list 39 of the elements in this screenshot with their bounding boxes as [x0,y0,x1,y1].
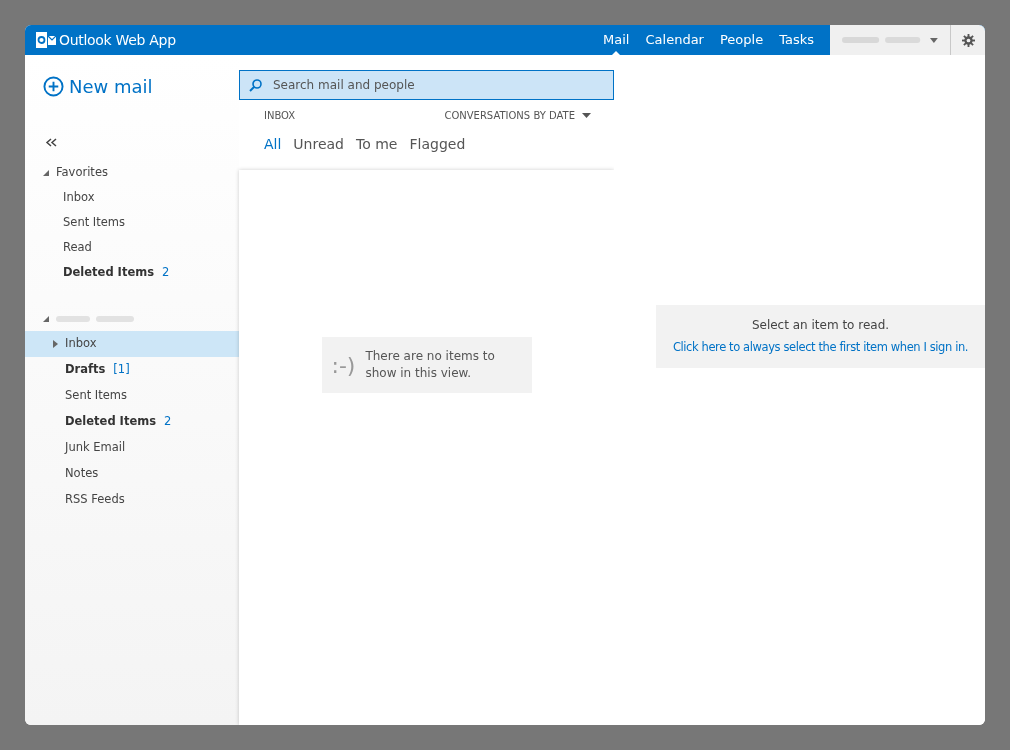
folder-item[interactable]: Deleted Items 2 [25,260,239,285]
nav-tab[interactable]: Tasks [779,25,814,55]
search-field[interactable]: Search mail and people [239,70,614,100]
caret-icon [582,113,591,118]
folder-item[interactable]: Deleted Items 2 [25,409,239,435]
collapse-icon[interactable] [45,138,58,147]
app-title: Outlook Web App [59,30,176,50]
first-item-link[interactable]: Click here to always select the first item when I sign in. [672,339,969,357]
nav-tab[interactable]: People [719,25,764,55]
filter-tab[interactable]: Unread [293,134,344,155]
search-icon [249,79,262,92]
plus-circle-icon [43,76,64,97]
filter-tab[interactable]: To me [356,134,398,155]
filter-tab[interactable]: Flagged [409,134,466,155]
empty-message: There are no items to show in this view. [365,348,496,382]
reading-message: Select an item to read. [751,317,890,335]
folder-item[interactable]: Inbox [25,331,239,357]
folder-title: INBOX [264,109,296,123]
new-mail-button[interactable]: New mail [43,73,153,100]
sort-button[interactable]: CONVERSATIONS BY DATE [444,108,591,123]
folder-item[interactable]: Junk Email [25,435,239,461]
emoticon: :-) [331,351,356,380]
caret-icon [930,37,938,43]
folder-item[interactable]: Notes [25,461,239,487]
folder-item[interactable]: Read [25,235,239,260]
folder-item[interactable]: Drafts [1] [25,357,239,383]
nav-tab[interactable]: Calendar [645,25,704,55]
expand-triangle-icon[interactable] [53,340,59,348]
settings-button[interactable] [950,25,985,55]
outlook-logo-icon [36,32,56,48]
settings-icon [961,33,975,47]
group-label: Favorites [56,164,108,182]
expand-triangle-icon[interactable] [43,316,49,322]
folder-item[interactable]: RSS Feeds [25,487,239,513]
folder-item[interactable]: Inbox [25,185,239,210]
folder-item[interactable]: Sent Items [25,210,239,235]
filter-tab[interactable]: All [264,134,282,155]
expand-triangle-icon[interactable] [43,170,49,176]
folder-item[interactable]: Sent Items [25,383,239,409]
